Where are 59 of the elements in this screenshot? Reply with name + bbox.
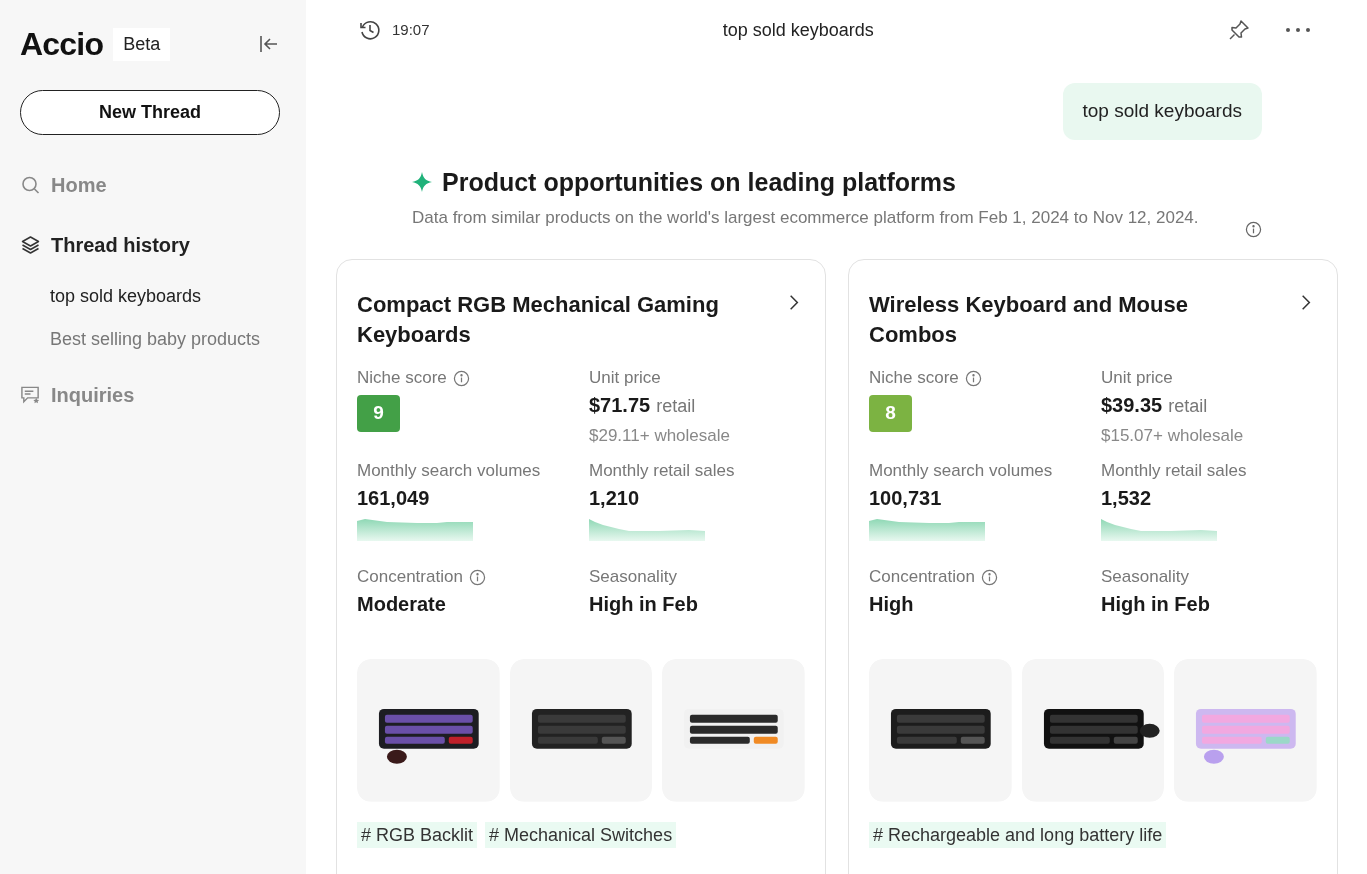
logo: Accio [20, 28, 104, 60]
product-title[interactable]: Compact RGB Mechanical Gaming Keyboards [357, 290, 757, 350]
metric-value: High in Feb [589, 592, 699, 617]
info-icon[interactable] [980, 568, 998, 586]
metric-value: 161,049 [357, 486, 431, 511]
retail-price: $39.35 [1101, 393, 1163, 418]
beta-badge: Beta [113, 27, 171, 61]
history-icon[interactable] [358, 18, 382, 42]
info-icon[interactable] [1245, 221, 1262, 238]
info-icon[interactable] [468, 568, 486, 586]
metric-label: Niche score [357, 367, 447, 389]
metric-label: Monthly retail sales [589, 460, 735, 482]
history-item[interactable]: top sold keyboards [50, 281, 286, 312]
metric-label: Niche score [869, 367, 959, 389]
metric-value: 100,731 [869, 486, 943, 511]
collapse-sidebar-icon[interactable] [258, 33, 280, 55]
metric-label: Concentration [869, 566, 975, 588]
product-title[interactable]: Wireless Keyboard and Mouse Combos [869, 290, 1269, 350]
metric-value: High [869, 592, 915, 617]
layers-icon [20, 235, 41, 255]
metric-label: Monthly search volumes [869, 460, 1053, 482]
metric-label: Unit price [589, 367, 661, 389]
user-message: top sold keyboards [1062, 83, 1262, 140]
more-icon[interactable] [1285, 27, 1311, 33]
retail-label: retail [1168, 395, 1208, 418]
info-icon[interactable] [964, 369, 982, 387]
section-subtitle: Data from similar products on the world's largest ecommerce platform from Feb 1, 2024 to Nov 12, 2024. [412, 207, 1200, 229]
tag[interactable]: # RGB Backlit [357, 821, 478, 848]
metric-value: Moderate [357, 592, 447, 617]
metric-value: 1,532 [1101, 486, 1153, 511]
chevron-right-icon[interactable] [789, 294, 799, 311]
chat-icon [20, 385, 41, 405]
info-icon[interactable] [452, 369, 470, 387]
tag[interactable]: # Mechanical Switches [485, 821, 677, 848]
metric-label: Concentration [357, 566, 463, 588]
niche-score-badge: 9 [357, 395, 400, 432]
thread-title: top sold keyboards [721, 18, 875, 42]
tag[interactable]: # Rechargeable and long battery life [869, 821, 1167, 848]
metric-label: Seasonality [589, 566, 677, 588]
history-item[interactable]: Best selling baby products [50, 324, 286, 355]
wholesale-price: $15.07+ wholesale [1101, 425, 1245, 447]
nav-item[interactable]: Thread history [51, 230, 190, 260]
metric-label: Seasonality [1101, 566, 1189, 588]
niche-score-badge: 8 [869, 395, 912, 432]
section-title: Product opportunities on leading platforms [442, 166, 956, 198]
retail-label: retail [656, 395, 696, 418]
metric-label: Monthly search volumes [357, 460, 541, 482]
retail-price: $71.75 [589, 393, 651, 418]
metric-label: Unit price [1101, 367, 1173, 389]
metric-value: High in Feb [1101, 592, 1211, 617]
new-thread-button[interactable]: New Thread [20, 90, 280, 135]
metric-label: Monthly retail sales [1101, 460, 1247, 482]
pin-icon[interactable] [1227, 18, 1251, 42]
time-label: 19:07 [392, 19, 430, 40]
chevron-right-icon[interactable] [1301, 294, 1311, 311]
metric-value: 1,210 [589, 486, 641, 511]
search-icon [20, 175, 41, 195]
wholesale-price: $29.11+ wholesale [589, 425, 731, 447]
sparkle-icon [412, 172, 432, 193]
